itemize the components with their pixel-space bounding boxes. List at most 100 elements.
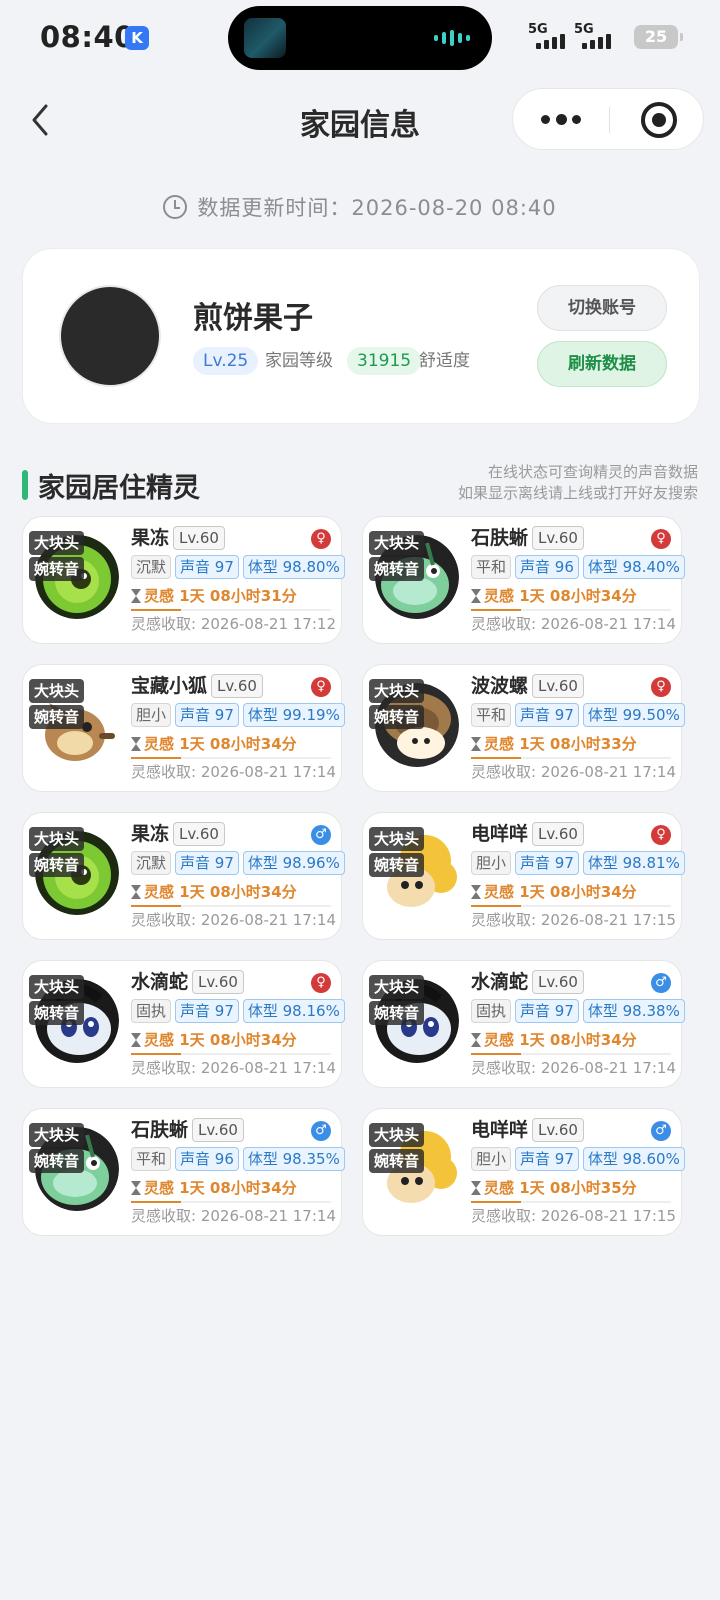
- timer-text: 灵感 1天 08小时34分: [484, 587, 637, 605]
- trait-tag: 大块头: [29, 679, 85, 703]
- hourglass-icon: [131, 737, 141, 751]
- avatar: [59, 285, 161, 387]
- inspiration-timer: 灵感 1天 08小时34分: [471, 585, 637, 607]
- inspiration-progress: [471, 757, 671, 759]
- nature-chip: 平和: [471, 703, 512, 727]
- comfort-badge: 31915: [347, 347, 422, 375]
- progress-fill: [471, 1053, 521, 1055]
- trait-tag: 大块头: [369, 679, 425, 703]
- spirit-name-row: 水滴蛇 Lv.60: [471, 969, 584, 995]
- spirit-level: Lv.60: [532, 674, 584, 698]
- nickname: 煎饼果子: [193, 301, 313, 336]
- spirit-name: 水滴蛇: [131, 971, 189, 993]
- progress-fill: [471, 905, 521, 907]
- size-chip: 体型 98.60%: [582, 1147, 685, 1171]
- female-icon: ♀: [651, 529, 671, 549]
- spirit-stats: 沉默 声音 97 体型 98.80%: [131, 555, 345, 579]
- timer-text: 灵感 1天 08小时34分: [144, 883, 297, 901]
- clock-icon: [163, 195, 188, 219]
- collect-time: 灵感收取: 2026-08-21 17:14: [131, 911, 336, 929]
- update-prefix: 数据更新时间：: [197, 196, 352, 220]
- size-chip: 体型 98.40%: [582, 555, 685, 579]
- hint-line: 在线状态可查询精灵的声音数据: [487, 463, 698, 481]
- hourglass-icon: [131, 885, 141, 899]
- size-chip: 体型 99.50%: [582, 703, 685, 727]
- size-chip: 体型 98.16%: [242, 999, 345, 1023]
- timer-text: 灵感 1天 08小时34分: [144, 1031, 297, 1049]
- voice-chip: 声音 97: [515, 851, 579, 875]
- trait-tag: 婉转音: [369, 705, 425, 729]
- spirit-level: Lv.60: [532, 970, 584, 994]
- trait-tag: 婉转音: [369, 853, 425, 877]
- hint-line: 如果显示离线请上线或打开好友搜索: [457, 484, 698, 502]
- profile-card: 煎饼果子 Lv.25 家园等级 31915 舒适度 切换账号 刷新数据: [22, 248, 700, 424]
- trait-tag: 婉转音: [29, 853, 85, 877]
- spirit-level: Lv.60: [192, 970, 244, 994]
- inspiration-timer: 灵感 1天 08小时34分: [131, 881, 297, 903]
- spirit-card[interactable]: 大块头 婉转音 石肤蜥 Lv.60 ♀ 平和 声音 96 体型 98.40% 灵感 1天 08小…: [362, 516, 685, 644]
- update-time: 2026-08-20 08:40: [351, 196, 557, 220]
- male-icon: ♂: [651, 973, 671, 993]
- voice-chip: 声音 97: [175, 851, 239, 875]
- progress-fill: [131, 1053, 181, 1055]
- spirit-level: Lv.60: [532, 822, 584, 846]
- spirit-card[interactable]: 大块头 婉转音 果冻 Lv.60 ♀ 沉默 声音 97 体型 98.80% 灵感 1天 08小时…: [22, 516, 345, 644]
- inspiration-timer: 灵感 1天 08小时34分: [131, 733, 297, 755]
- dynamic-island[interactable]: [228, 6, 492, 70]
- female-icon: ♀: [311, 529, 331, 549]
- collect-time: 灵感收取: 2026-08-21 17:14: [131, 763, 336, 781]
- timer-text: 灵感 1天 08小时31分: [144, 587, 297, 605]
- voice-chip: 声音 97: [175, 703, 239, 727]
- progress-fill: [471, 1201, 521, 1203]
- chevron-left-icon: [32, 104, 48, 136]
- spirit-card[interactable]: 大块头 婉转音 果冻 Lv.60 ♂ 沉默 声音 97 体型 98.96% 灵感 1天 08小时…: [22, 812, 345, 940]
- spirit-card[interactable]: 大块头 婉转音 石肤蜥 Lv.60 ♂ 平和 声音 96 体型 98.35% 灵感 1天 08小…: [22, 1108, 345, 1236]
- hourglass-icon: [471, 885, 481, 899]
- inspiration-progress: [131, 905, 331, 907]
- voice-chip: 声音 96: [175, 1147, 239, 1171]
- trait-tag: 大块头: [369, 827, 425, 851]
- male-icon: ♂: [311, 1121, 331, 1141]
- inspiration-timer: 灵感 1天 08小时34分: [131, 1177, 297, 1199]
- voice-chip: 声音 97: [515, 999, 579, 1023]
- voice-chip: 声音 97: [175, 999, 239, 1023]
- spirit-stats: 胆小 声音 97 体型 98.60%: [471, 1147, 685, 1171]
- voice-chip: 声音 97: [175, 555, 239, 579]
- switch-account-button[interactable]: 切换账号: [537, 285, 667, 331]
- spirit-card[interactable]: 大块头 婉转音 电咩咩 Lv.60 ♀ 胆小 声音 97 体型 98.81% 灵感 1天 08小…: [362, 812, 685, 940]
- timer-text: 灵感 1天 08小时34分: [144, 735, 297, 753]
- spirit-card[interactable]: 大块头 婉转音 宝藏小狐 Lv.60 ♀ 胆小 声音 97 体型 99.19% 灵感 1天 08…: [22, 664, 345, 792]
- home-level-badge: Lv.25: [193, 347, 259, 375]
- spirit-card[interactable]: 大块头 婉转音 水滴蛇 Lv.60 ♂ 固执 声音 97 体型 98.38% 灵感 1天 08小…: [362, 960, 685, 1088]
- more-button[interactable]: [513, 89, 609, 151]
- inspiration-progress: [131, 1201, 331, 1203]
- refresh-data-button[interactable]: 刷新数据: [537, 341, 667, 387]
- progress-fill: [131, 1201, 181, 1203]
- timer-text: 灵感 1天 08小时34分: [484, 883, 637, 901]
- spirit-card[interactable]: 大块头 婉转音 电咩咩 Lv.60 ♂ 胆小 声音 97 体型 98.60% 灵感 1天 08小…: [362, 1108, 685, 1236]
- female-icon: ♀: [651, 825, 671, 845]
- spirit-name: 石肤蜥: [471, 527, 529, 549]
- trait-tag: 婉转音: [29, 705, 85, 729]
- inspiration-timer: 灵感 1天 08小时35分: [471, 1177, 637, 1199]
- nature-chip: 平和: [471, 555, 512, 579]
- spirit-card[interactable]: 大块头 婉转音 波波螺 Lv.60 ♀ 平和 声音 97 体型 99.50% 灵感 1天 08小…: [362, 664, 685, 792]
- close-mini-program-button[interactable]: [609, 89, 705, 151]
- voice-chip: 声音 97: [515, 703, 579, 727]
- timer-text: 灵感 1天 08小时34分: [484, 1031, 637, 1049]
- inspiration-progress: [131, 609, 331, 611]
- inspiration-timer: 灵感 1天 08小时33分: [471, 733, 637, 755]
- comfort-label: 舒适度: [419, 351, 470, 371]
- spirit-name-row: 电咩咩 Lv.60: [471, 1117, 584, 1143]
- collect-time: 灵感收取: 2026-08-21 17:14: [131, 1059, 336, 1077]
- back-button[interactable]: [26, 100, 56, 140]
- trait-tag: 婉转音: [369, 1001, 425, 1025]
- size-chip: 体型 98.35%: [242, 1147, 345, 1171]
- female-icon: ♀: [311, 677, 331, 697]
- trait-tag: 大块头: [29, 531, 85, 555]
- inspiration-timer: 灵感 1天 08小时34分: [131, 1029, 297, 1051]
- timer-text: 灵感 1天 08小时33分: [484, 735, 637, 753]
- spirit-card[interactable]: 大块头 婉转音 水滴蛇 Lv.60 ♀ 固执 声音 97 体型 98.16% 灵感 1天 08小…: [22, 960, 345, 1088]
- nature-chip: 胆小: [471, 851, 512, 875]
- progress-fill: [131, 905, 181, 907]
